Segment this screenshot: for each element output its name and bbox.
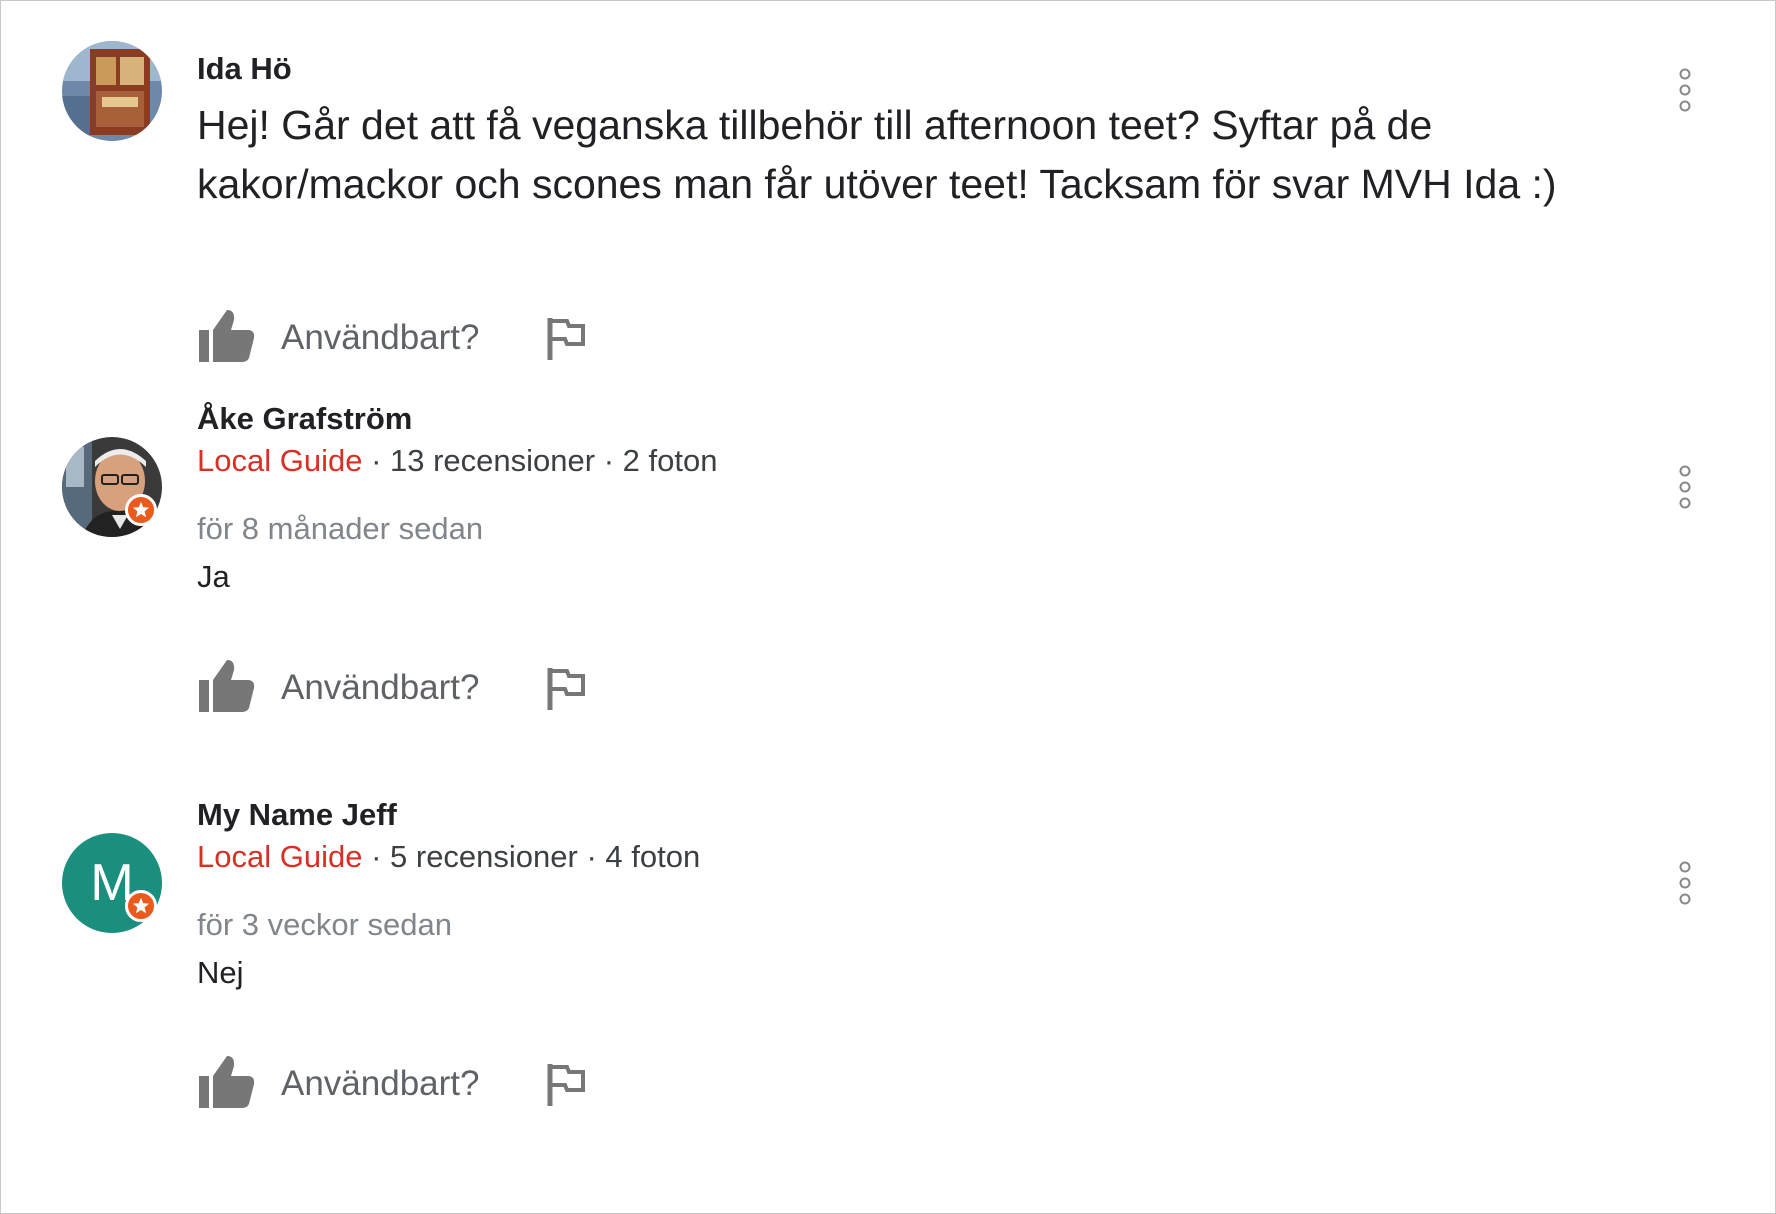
flag-icon[interactable] <box>545 316 587 362</box>
qa-thread: Ida Hö Hej! Går det att få veganska till… <box>0 0 1776 1214</box>
local-guide-badge-icon <box>125 890 157 922</box>
author-name[interactable]: Åke Grafström <box>197 401 412 437</box>
author-name[interactable]: Ida Hö <box>197 51 292 87</box>
timestamp: för 8 månader sedan <box>197 511 484 546</box>
question-text: Hej! Går det att få veganska tillbehör t… <box>197 102 1557 207</box>
local-guide-label[interactable]: Local Guide <box>197 839 362 874</box>
more-vert-icon[interactable] <box>1673 861 1697 905</box>
answer-text: Ja <box>197 559 230 594</box>
thumbs-up-icon[interactable] <box>197 1054 257 1110</box>
more-vert-icon[interactable] <box>1673 68 1697 112</box>
local-guide-badge-icon <box>125 494 157 526</box>
avatar[interactable]: M <box>62 833 162 933</box>
more-vert-icon[interactable] <box>1673 465 1697 509</box>
thumbs-up-icon[interactable] <box>197 658 257 714</box>
author-meta: Local Guide · 5 recensioner · 4 foton <box>197 839 700 875</box>
author-meta: Local Guide · 13 recensioner · 2 foton <box>197 443 717 479</box>
helpful-button[interactable]: Användbart? <box>281 318 479 358</box>
author-stats: · 5 recensioner · 4 foton <box>371 839 701 874</box>
thumbs-up-icon[interactable] <box>197 308 257 364</box>
avatar[interactable] <box>62 437 162 537</box>
flag-icon[interactable] <box>545 666 587 712</box>
helpful-button[interactable]: Användbart? <box>281 668 479 708</box>
avatar-photo <box>62 41 162 141</box>
author-stats: · 13 recensioner · 2 foton <box>371 443 718 478</box>
helpful-button[interactable]: Användbart? <box>281 1064 479 1104</box>
timestamp: för 3 veckor sedan <box>197 907 453 942</box>
flag-icon[interactable] <box>545 1062 587 1108</box>
avatar[interactable] <box>62 41 162 141</box>
answer-text: Nej <box>197 955 244 990</box>
local-guide-label[interactable]: Local Guide <box>197 443 362 478</box>
author-name[interactable]: My Name Jeff <box>197 797 397 833</box>
